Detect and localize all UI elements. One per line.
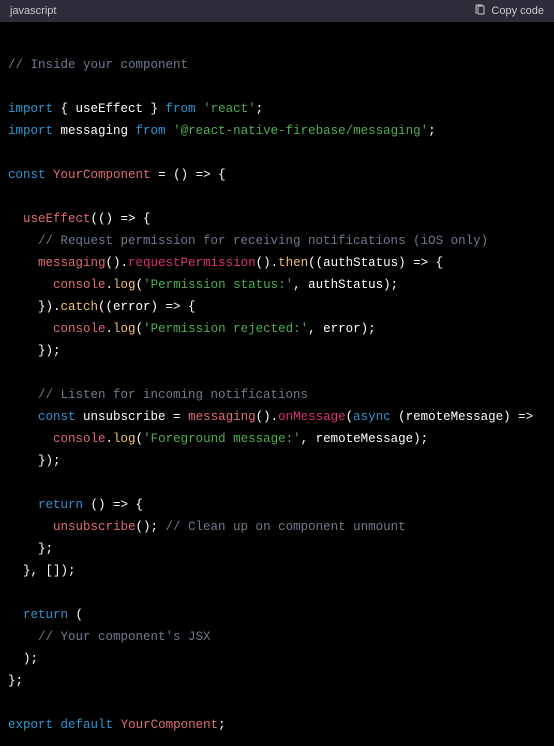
- code-comment: // Clean up on component unmount: [166, 520, 406, 534]
- t: const: [38, 410, 76, 424]
- t: , authStatus);: [293, 278, 398, 292]
- code-block: // Inside your component import { useEff…: [0, 22, 554, 746]
- t: (: [136, 278, 144, 292]
- t: [8, 520, 53, 534]
- t: [8, 256, 38, 270]
- t: ().: [256, 410, 279, 424]
- t: [113, 718, 121, 732]
- t: unsubscribe: [53, 520, 136, 534]
- t: [8, 278, 53, 292]
- clipboard-icon: [474, 4, 486, 19]
- t: messaging: [38, 256, 106, 270]
- t: (remoteMessage) =>: [391, 410, 534, 424]
- t: log: [113, 322, 136, 336]
- t: import: [8, 102, 53, 116]
- t: log: [113, 278, 136, 292]
- t: async: [353, 410, 391, 424]
- code-comment: // Your component's JSX: [8, 630, 211, 644]
- t: [8, 212, 23, 226]
- t: , remoteMessage);: [301, 432, 429, 446]
- t: requestPermission: [128, 256, 256, 270]
- t: (() => {: [91, 212, 151, 226]
- code-comment: // Listen for incoming notifications: [8, 388, 308, 402]
- t: (: [136, 432, 144, 446]
- t: ().: [106, 256, 129, 270]
- t: ;: [428, 124, 436, 138]
- t: [166, 124, 174, 138]
- t: then: [278, 256, 308, 270]
- t: = () => {: [151, 168, 226, 182]
- t: [8, 410, 38, 424]
- t: from: [136, 124, 166, 138]
- t: [8, 322, 53, 336]
- t: .: [106, 432, 114, 446]
- t: console: [53, 432, 106, 446]
- t: (: [346, 410, 354, 424]
- t: 'Foreground message:': [143, 432, 301, 446]
- t: .: [106, 322, 114, 336]
- t: console: [53, 278, 106, 292]
- t: );: [8, 652, 38, 666]
- t: onMessage: [278, 410, 346, 424]
- t: return: [38, 498, 83, 512]
- t: });: [8, 454, 61, 468]
- code-comment: // Inside your component: [8, 58, 188, 72]
- t: const: [8, 168, 46, 182]
- t: import: [8, 124, 53, 138]
- t: messaging: [188, 410, 256, 424]
- t: from: [166, 102, 196, 116]
- t: };: [8, 542, 53, 556]
- t: [8, 608, 23, 622]
- t: console: [53, 322, 106, 336]
- t: , error);: [308, 322, 376, 336]
- language-label: javascript: [10, 5, 56, 17]
- code-comment: // Request permission for receiving noti…: [8, 234, 488, 248]
- t: }, []);: [8, 564, 76, 578]
- t: YourComponent: [53, 168, 151, 182]
- t: () => {: [83, 498, 143, 512]
- t: }).: [8, 300, 61, 314]
- t: };: [8, 674, 23, 688]
- t: ((error) => {: [98, 300, 196, 314]
- t: { useEffect }: [53, 102, 166, 116]
- t: ;: [218, 718, 226, 732]
- t: ();: [136, 520, 166, 534]
- code-header: javascript Copy code: [0, 0, 554, 22]
- t: (: [136, 322, 144, 336]
- t: return: [23, 608, 68, 622]
- t: messaging: [53, 124, 136, 138]
- copy-code-label: Copy code: [491, 5, 544, 17]
- t: [53, 718, 61, 732]
- t: 'Permission rejected:': [143, 322, 308, 336]
- t: unsubscribe =: [76, 410, 189, 424]
- t: ().: [256, 256, 279, 270]
- t: ;: [256, 102, 264, 116]
- t: export: [8, 718, 53, 732]
- t: ((authStatus) => {: [308, 256, 443, 270]
- t: default: [61, 718, 114, 732]
- t: [8, 498, 38, 512]
- t: [46, 168, 54, 182]
- t: YourComponent: [121, 718, 219, 732]
- t: '@react-native-firebase/messaging': [173, 124, 428, 138]
- t: [8, 432, 53, 446]
- t: 'Permission status:': [143, 278, 293, 292]
- t: 'react': [203, 102, 256, 116]
- t: .: [106, 278, 114, 292]
- t: catch: [61, 300, 99, 314]
- t: [196, 102, 204, 116]
- t: useEffect: [23, 212, 91, 226]
- t: });: [8, 344, 61, 358]
- t: log: [113, 432, 136, 446]
- t: (: [68, 608, 83, 622]
- copy-code-button[interactable]: Copy code: [474, 4, 544, 19]
